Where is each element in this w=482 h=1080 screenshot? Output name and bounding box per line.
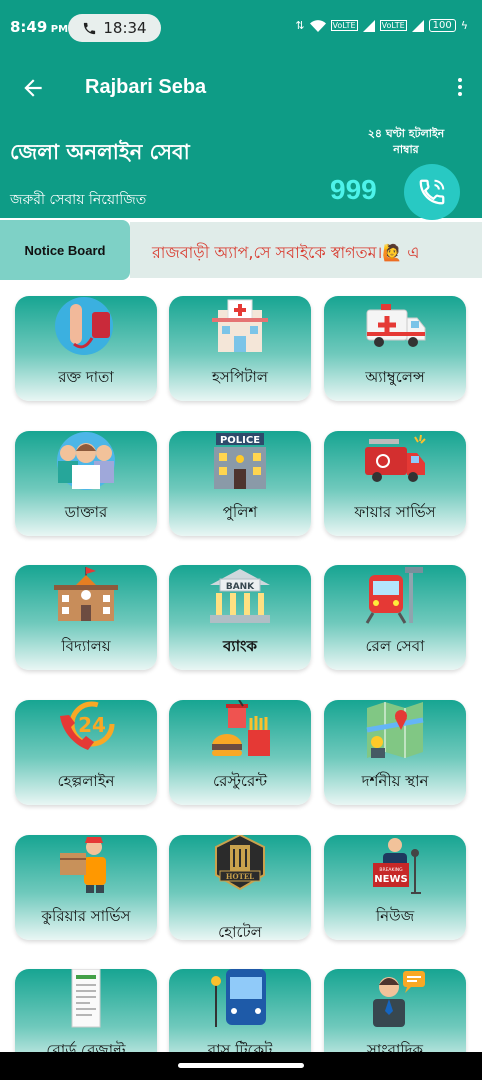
service-tile-hospital[interactable]: হসপিটাল [169, 296, 311, 401]
service-tile-news[interactable]: BREAKING NEWS নিউজ [324, 835, 466, 940]
journalist-icon [373, 971, 425, 1027]
service-tile-school[interactable]: বিদ্যালয় [15, 565, 157, 670]
service-tile-doctor[interactable]: ডাক্তার [15, 431, 157, 536]
service-tile-police[interactable]: POLICE পুলিশ [169, 431, 311, 536]
service-label: ডাক্তার [64, 503, 108, 521]
map-icon [366, 702, 424, 758]
bus-icon [211, 969, 266, 1027]
ambulance-icon [366, 304, 426, 347]
service-label: দর্শনীয় স্থান [361, 772, 429, 790]
service-tile-tourist-spots[interactable]: দর্শনীয় স্থান [324, 700, 466, 805]
service-tile-helpline[interactable]: 24 হেল্পলাইন [15, 700, 157, 805]
train-icon [365, 567, 423, 624]
service-tile-fire-service[interactable]: ফায়ার সার্ভিস [324, 431, 466, 536]
service-label: রেল সেবা [365, 637, 425, 655]
blood-donor-icon [55, 297, 113, 355]
service-label: কুরিয়ার সার্ভিস [41, 907, 131, 925]
service-label: অ্যাম্বুলেন্স [365, 368, 425, 386]
hotel-sign-text: HOTEL [226, 872, 254, 881]
service-tile-bank[interactable]: BANK ব্যাংক [169, 565, 311, 670]
service-label: রক্ত দাতা [58, 368, 114, 386]
service-label: বিদ্যালয় [61, 637, 111, 655]
helpline-24-text: 24 [78, 713, 106, 737]
service-label: পুলিশ [222, 503, 258, 521]
courier-icon [60, 837, 106, 893]
fire-truck-icon [365, 434, 426, 482]
news-sign-text: NEWS [374, 874, 407, 885]
service-tile-restaurant[interactable]: রেস্টুরেন্ট [169, 700, 311, 805]
doctor-icon [57, 432, 115, 490]
news-icon: BREAKING NEWS [373, 838, 421, 894]
service-tile-rail[interactable]: রেল সেবা [324, 565, 466, 670]
service-tile-hotel[interactable]: HOTEL হোটেল [169, 835, 311, 940]
hospital-icon [212, 299, 268, 352]
service-label: নিউজ [375, 907, 415, 925]
service-label: রেস্টুরেন্ট [212, 772, 268, 790]
home-gesture-handle[interactable] [178, 1063, 304, 1068]
system-nav-bar [0, 1052, 482, 1080]
hotel-icon: HOTEL [215, 835, 265, 891]
news-breaking-text: BREAKING [379, 867, 403, 873]
restaurant-icon [212, 700, 270, 756]
service-label: ফায়ার সার্ভিস [354, 503, 436, 521]
service-grid: রক্ত দাতা হসপিটাল অ্যাম্বুলেন্স ডাক্তার … [0, 0, 482, 1080]
school-icon [54, 567, 118, 621]
service-tile-blood-donor[interactable]: রক্ত দাতা [15, 296, 157, 401]
bank-sign-text: BANK [226, 582, 255, 592]
bank-icon: BANK [210, 569, 270, 623]
service-tile-ambulance[interactable]: অ্যাম্বুলেন্স [324, 296, 466, 401]
service-tile-courier[interactable]: কুরিয়ার সার্ভিস [15, 835, 157, 940]
helpline-icon: 24 [60, 701, 115, 750]
service-label: হোটেল [218, 923, 262, 940]
police-icon: POLICE [214, 433, 266, 489]
police-sign-text: POLICE [220, 435, 260, 446]
service-label: হসপিটাল [212, 368, 268, 386]
board-result-icon [71, 969, 101, 1028]
service-label: হেল্পলাইন [57, 772, 115, 790]
service-label: ব্যাংক [223, 637, 257, 655]
